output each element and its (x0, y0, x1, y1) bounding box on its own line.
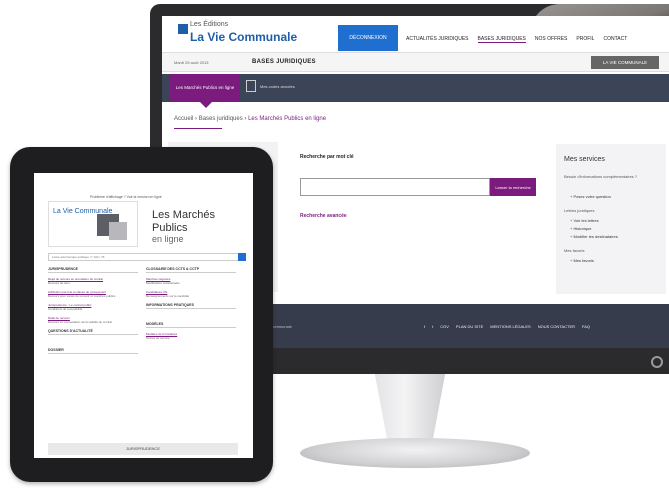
power-icon (651, 356, 663, 368)
footer-links: f t CGV PLAN DU SITE MENTIONS LÉGALES NO… (424, 324, 590, 329)
keyword-search-input[interactable] (300, 178, 490, 196)
footer-link-contact[interactable]: NOUS CONTACTER (538, 324, 575, 329)
section-title: BASES JURIDIQUES (252, 59, 316, 65)
breadcrumb-bases[interactable]: Bases juridiques (199, 116, 243, 122)
history-link[interactable]: Historique (570, 226, 591, 231)
tablet-device: Problème d'affichage ? Voir la version e… (10, 147, 273, 482)
services-info-text: Besoin d'informations complémentaires ? (564, 174, 638, 179)
section-header: INFORMATIONS PRATIQUES (146, 303, 236, 309)
nav-bases-juridiques[interactable]: BASES JURIDIQUES (477, 36, 526, 43)
newsletter-title: Les Marchés Publics en ligne (152, 209, 253, 245)
tab-codes-annotes-label: Mes codes annotés (260, 83, 295, 89)
deconnexion-button[interactable]: DÉCONNEXION (338, 25, 398, 51)
article-desc: Recours en contestation de la validité d… (48, 320, 113, 324)
product-tab-bar: Les Marchés Publics en ligne Mes codes a… (162, 74, 669, 108)
facebook-icon[interactable]: f (424, 324, 425, 329)
tab-marches-publics[interactable]: Les Marchés Publics en ligne (170, 74, 240, 108)
newsletter-logo: La Vie Communale (48, 201, 138, 247)
nav-offres[interactable]: NOS OFFRES (535, 36, 568, 43)
breadcrumb-home[interactable]: Accueil (174, 116, 193, 122)
section-header: MODÈLES (146, 322, 236, 328)
twitter-icon[interactable]: t (432, 324, 433, 329)
monitor-stand-base (300, 438, 530, 468)
account-button[interactable]: LA VIE COMMUNALE (591, 56, 659, 69)
article-desc: Conditions de recevabilité (48, 307, 83, 311)
logo-square-light (109, 222, 127, 240)
newsletter-title-line1: Les Marchés Publics (152, 209, 215, 234)
nav-profil[interactable]: PROFIL (576, 36, 594, 43)
product-mockup-scene: Les Éditions La Vie Communale DÉCONNEXIO… (0, 0, 669, 488)
tab-marches-publics-label: Les Marchés Publics en ligne (175, 85, 235, 91)
footer-link-faq[interactable]: FAQ (582, 324, 590, 329)
section-header: CLOSSAIRE DES CCTS & CCTP (146, 267, 236, 273)
newsletter-notice[interactable]: Problème d'affichage ? Voir la version e… (90, 195, 162, 199)
footer-link-cgv[interactable]: CGV (440, 324, 449, 329)
newsletter-right-column: CLOSSAIRE DES CCTS & CCTP Marchés négoci… (146, 267, 236, 345)
top-navigation: ACTUALITÉS JURIDIQUES BASES JURIDIQUES N… (406, 36, 627, 43)
article-desc: Ordres de service (146, 336, 170, 340)
book-icon (246, 80, 256, 92)
tab-codes-annotes[interactable]: Mes codes annotés (246, 80, 295, 92)
article-desc: Renseignements sur le candidat (146, 294, 189, 298)
section-header: JURISPRUDENCE (48, 267, 138, 273)
search-label: Recherche par mot clé (300, 154, 354, 160)
current-date: Mardi 25 août 2015 (174, 60, 209, 65)
services-title: Mes services (564, 156, 605, 163)
newsletter-issue-bar: Lettre électronique juridique n° 104 / 1… (48, 253, 240, 261)
logo-mark-icon (178, 24, 188, 34)
section-header: DOSSIER (48, 348, 138, 354)
sub-header-bar: Mardi 25 août 2015 BASES JURIDIQUES LA V… (162, 52, 669, 72)
site-header: Les Éditions La Vie Communale DÉCONNEXIO… (162, 16, 669, 52)
deconnexion-label: DÉCONNEXION (349, 35, 387, 41)
launch-search-label: Lancer la recherche (495, 184, 531, 190)
advanced-search-link[interactable]: Recherche avancée (300, 213, 347, 219)
services-panel: Mes services Besoin d'informations compl… (556, 144, 666, 294)
newsletter-title-line2: en ligne (152, 234, 184, 245)
article-desc: Recours pour excès de pouvoir et marchés… (48, 294, 116, 298)
breadcrumb-current: Les Marchés Publics en ligne (248, 116, 327, 122)
footer-link-mentions[interactable]: MENTIONS LÉGALES (490, 324, 530, 329)
account-button-label: LA VIE COMMUNALE (602, 60, 648, 65)
logo-brand-text[interactable]: La Vie Communale (190, 30, 297, 44)
article-desc: Modification substantielle (146, 281, 180, 285)
nav-actualites[interactable]: ACTUALITÉS JURIDIQUES (406, 36, 469, 43)
favorites-heading: Mes favoris (564, 248, 585, 253)
launch-search-button[interactable]: Lancer la recherche (490, 178, 536, 196)
modify-recipients-link[interactable]: Modifier les destinataires (570, 234, 617, 239)
view-letters-link[interactable]: Voir les lettres (570, 218, 598, 223)
favorites-link[interactable]: Mes favoris (570, 258, 593, 263)
tablet-top: Problème d'affichage ? Voir la version e… (34, 173, 253, 199)
ask-question-link[interactable]: Posez votre question (570, 194, 610, 199)
footer-link-plan[interactable]: PLAN DU SITE (456, 324, 483, 329)
nav-contact[interactable]: CONTACT (603, 36, 627, 43)
section-header: QUESTIONS D'ACTUALITÉ (48, 329, 138, 335)
monitor-stand-neck (374, 374, 446, 444)
breadcrumb-underline (174, 128, 222, 129)
breadcrumb: Accueil › Bases juridiques › Les Marchés… (174, 116, 326, 122)
tablet-screen: Problème d'affichage ? Voir la version e… (34, 173, 253, 458)
newsletter-footer-section: JURISPRUDENCE (48, 443, 238, 455)
letters-heading: Lettres juridiques (564, 208, 595, 213)
newsletter-go-button[interactable] (238, 253, 246, 261)
newsletter-left-column: JURISPRUDENCE Rejet du recours en annula… (48, 267, 138, 358)
logo-small-text: Les Éditions (190, 21, 229, 28)
article-desc: Recours de tiers (48, 281, 70, 285)
